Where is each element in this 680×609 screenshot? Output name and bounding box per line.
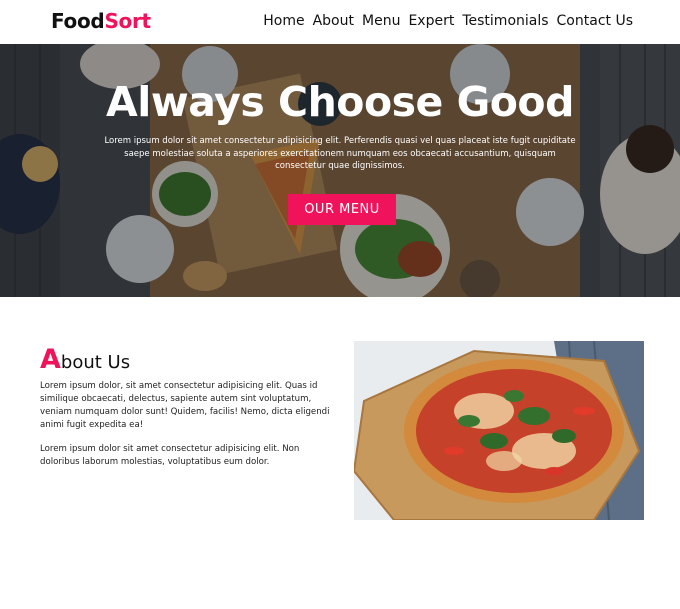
about-heading-rest: bout Us: [60, 352, 131, 373]
our-menu-button[interactable]: OUR MENU: [288, 194, 396, 225]
about-heading: About Us: [40, 346, 130, 377]
nav-about[interactable]: About: [313, 12, 354, 30]
about-paragraph-2: Lorem ipsum dolor sit amet consectetur a…: [40, 444, 300, 467]
about-heading-initial: A: [40, 344, 61, 375]
logo-text-food: Food: [51, 9, 105, 33]
nav-home[interactable]: Home: [263, 12, 304, 30]
main-nav: Home About Menu Expert Testimonials Cont…: [263, 12, 633, 30]
nav-expert[interactable]: Expert: [408, 12, 454, 30]
logo-text-sort: Sort: [104, 9, 151, 33]
hero-description: Lorem ipsum dolor sit amet consectetur a…: [104, 136, 576, 171]
nav-testimonials[interactable]: Testimonials: [462, 12, 548, 30]
logo[interactable]: FoodSort: [51, 9, 151, 33]
nav-contact-us[interactable]: Contact Us: [557, 12, 633, 30]
site-header: FoodSort Home About Menu Expert Testimon…: [0, 0, 680, 44]
pizza-image: [354, 341, 644, 520]
hero-title: Always Choose Good: [106, 78, 574, 126]
nav-menu[interactable]: Menu: [362, 12, 400, 30]
about-paragraph-1: Lorem ipsum dolor, sit amet consectetur …: [40, 381, 330, 430]
hero-section: Always Choose Good Lorem ipsum dolor sit…: [0, 44, 680, 297]
